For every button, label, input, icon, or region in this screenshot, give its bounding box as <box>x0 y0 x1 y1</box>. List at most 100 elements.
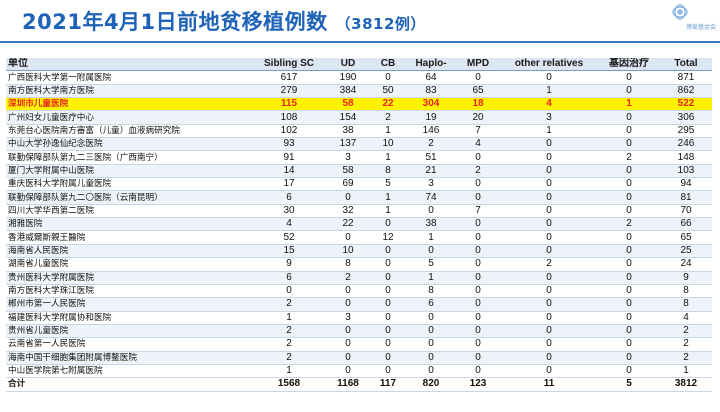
count-cell: 0 <box>326 230 370 245</box>
count-cell: 0 <box>406 337 456 352</box>
count-cell: 1 <box>500 84 598 99</box>
count-cell: 0 <box>370 297 406 312</box>
column-header: 基因治疗 <box>598 58 660 72</box>
count-cell: 64 <box>406 70 456 85</box>
count-cell: 304 <box>406 97 456 112</box>
count-cell: 5 <box>406 257 456 272</box>
hospital-name-cell: 贵州医科大学附属医院 <box>6 271 252 285</box>
count-cell: 1 <box>660 364 712 379</box>
count-cell: 0 <box>370 337 406 352</box>
table-row: 厦门大学附属中山医院 14 58 8 21 2 0 0 103 <box>6 164 712 179</box>
count-cell: 2 <box>500 257 598 272</box>
count-cell: 0 <box>598 230 660 245</box>
hospital-name-cell: 厦门大学附属中山医院 <box>6 164 252 179</box>
column-header: Haplo- <box>406 58 456 72</box>
count-cell: 14 <box>252 164 326 179</box>
count-cell: 0 <box>598 190 660 205</box>
total-count-cell: 1168 <box>326 377 370 392</box>
title-underline <box>0 41 720 43</box>
count-cell: 0 <box>500 137 598 152</box>
count-cell: 20 <box>456 110 500 125</box>
count-cell: 58 <box>326 97 370 112</box>
count-cell: 0 <box>326 324 370 339</box>
count-cell: 102 <box>252 124 326 139</box>
hospital-name-cell: 福建医科大学附属协和医院 <box>6 311 252 325</box>
count-cell: 2 <box>370 110 406 125</box>
count-cell: 8 <box>660 297 712 312</box>
count-cell: 862 <box>660 84 712 99</box>
count-cell: 0 <box>456 271 500 285</box>
count-cell: 10 <box>370 137 406 152</box>
table-row: 联勤保障部队第九二三医院（广西南宁） 91 3 1 51 0 0 2 148 <box>6 150 712 165</box>
count-cell: 21 <box>406 164 456 179</box>
count-cell: 0 <box>456 324 500 339</box>
transplant-table: 单位 Sibling SC UD CB Haplo- MPD other relatives… <box>6 58 712 392</box>
count-cell: 8 <box>370 164 406 179</box>
table-row: 贵州省儿童医院 2 0 0 0 0 0 0 2 <box>6 324 712 339</box>
count-cell: 0 <box>456 230 500 245</box>
count-cell: 8 <box>326 257 370 272</box>
count-cell: 0 <box>370 217 406 232</box>
count-cell: 74 <box>406 190 456 205</box>
count-cell: 5 <box>370 177 406 192</box>
count-cell: 0 <box>456 337 500 352</box>
hospital-name-cell: 中山医学院第七附属医院 <box>6 364 252 379</box>
total-count-cell: 123 <box>456 377 500 392</box>
count-cell: 0 <box>500 311 598 325</box>
count-cell: 0 <box>598 177 660 192</box>
count-cell: 6 <box>252 271 326 285</box>
count-cell: 0 <box>500 204 598 219</box>
count-cell: 1 <box>406 271 456 285</box>
count-cell: 4 <box>252 217 326 232</box>
count-cell: 15 <box>252 244 326 259</box>
table-row: 南方医科大学南方医院 279 384 50 83 65 1 0 862 <box>6 84 712 99</box>
count-cell: 0 <box>370 70 406 85</box>
count-cell: 0 <box>598 324 660 339</box>
count-cell: 0 <box>406 311 456 325</box>
count-cell: 3 <box>406 177 456 192</box>
logo-text: 博爱基金会 <box>685 24 716 31</box>
table-row: 重庆医科大学附属儿童医院 17 69 5 3 0 0 0 94 <box>6 177 712 192</box>
count-cell: 2 <box>252 324 326 339</box>
table-row: 湖南省儿童医院 9 8 0 5 0 2 0 24 <box>6 257 712 272</box>
count-cell: 7 <box>456 204 500 219</box>
hospital-name-cell: 广州妇女儿童医疗中心 <box>6 110 252 125</box>
count-cell: 0 <box>500 351 598 365</box>
count-cell: 12 <box>370 230 406 245</box>
hospital-name-cell: 香港威爾斯親王醫院 <box>6 230 252 245</box>
count-cell: 18 <box>456 97 500 112</box>
count-cell: 81 <box>660 190 712 205</box>
count-cell: 0 <box>406 351 456 365</box>
count-cell: 2 <box>660 324 712 339</box>
count-cell: 51 <box>406 150 456 165</box>
hospital-name-cell: 云南省第一人民医院 <box>6 337 252 352</box>
count-cell: 0 <box>598 137 660 152</box>
count-cell: 3 <box>326 311 370 325</box>
count-cell: 0 <box>326 297 370 312</box>
count-cell: 3 <box>326 150 370 165</box>
count-cell: 0 <box>500 337 598 352</box>
hospital-name-cell: 联勤保障部队第九二〇医院（云南昆明） <box>6 190 252 205</box>
count-cell: 1 <box>598 97 660 112</box>
count-cell: 0 <box>500 364 598 379</box>
count-cell: 0 <box>326 190 370 205</box>
count-cell: 0 <box>406 364 456 379</box>
count-cell: 25 <box>660 244 712 259</box>
count-cell: 94 <box>660 177 712 192</box>
count-cell: 306 <box>660 110 712 125</box>
table-row-highlighted: 深圳市儿童医院 115 58 22 304 18 4 1 522 <box>6 97 712 112</box>
hospital-name-cell: 海南省人民医院 <box>6 244 252 259</box>
count-cell: 190 <box>326 70 370 85</box>
count-cell: 0 <box>598 244 660 259</box>
count-cell: 0 <box>456 351 500 365</box>
count-cell: 2 <box>252 297 326 312</box>
count-cell: 0 <box>370 244 406 259</box>
count-cell: 0 <box>406 324 456 339</box>
count-cell: 19 <box>406 110 456 125</box>
count-cell: 9 <box>252 257 326 272</box>
hospital-name-cell: 中山大学孙逸仙纪念医院 <box>6 137 252 152</box>
count-cell: 871 <box>660 70 712 85</box>
count-cell: 66 <box>660 217 712 232</box>
count-cell: 2 <box>660 337 712 352</box>
count-cell: 1 <box>252 364 326 379</box>
